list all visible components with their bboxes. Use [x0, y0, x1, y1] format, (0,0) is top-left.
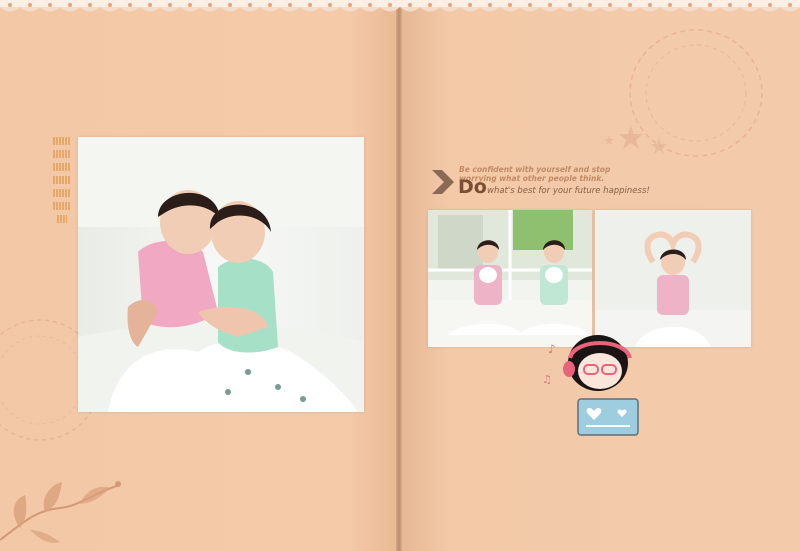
cartoon-girl-icon: ♪ ♫ — [542, 335, 639, 436]
svg-text:♫: ♫ — [542, 373, 552, 386]
star-icon — [604, 125, 667, 154]
floral-vine-icon — [0, 481, 121, 543]
photo-girls-with-bowls — [428, 210, 592, 347]
chevron-arrow-icon — [432, 170, 454, 194]
quote-big-word: Do — [458, 176, 487, 198]
quote-line-3: what's best for your future happiness! — [487, 186, 650, 196]
main-photo-two-girls — [78, 137, 364, 412]
lace-border — [0, 0, 800, 12]
photo-album-spread: Be confident with yourself and stop worr… — [0, 0, 800, 551]
music-note-icon: ♪ — [548, 342, 556, 356]
vertical-text-decoration — [53, 137, 71, 228]
page-gutter — [396, 0, 402, 551]
photo-girl-heart-pose — [595, 210, 751, 347]
left-page — [0, 0, 397, 551]
quote-line-1: Be confident with yourself and stop — [459, 165, 611, 174]
